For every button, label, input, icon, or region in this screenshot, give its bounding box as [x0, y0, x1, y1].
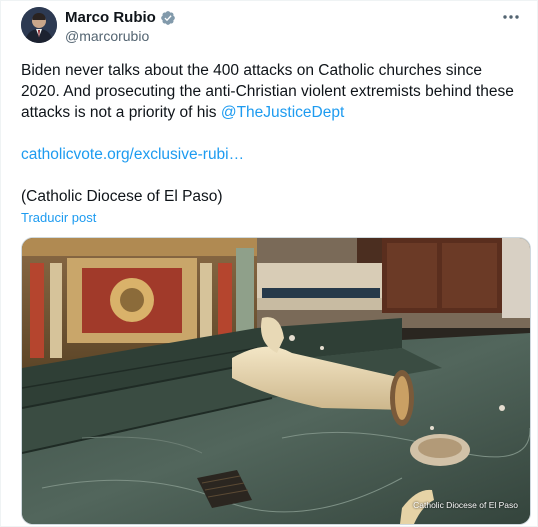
justice-dept-mention[interactable]: @TheJusticeDept: [221, 104, 344, 121]
tweet-photo[interactable]: Catholic Diocese of El Paso: [21, 237, 531, 525]
avatar[interactable]: [21, 7, 57, 43]
vandalized-church-photo: [22, 238, 530, 524]
author-display-name[interactable]: Marco Rubio: [65, 9, 156, 26]
article-link[interactable]: catholicvote.org/exclusive-rubi…: [21, 146, 244, 163]
verified-badge-icon: [160, 10, 176, 26]
tweet-card: Marco Rubio @marcorubio Biden never talk…: [0, 0, 538, 527]
photo-credit: Catholic Diocese of El Paso: [413, 500, 518, 510]
translate-post-link[interactable]: Traducir post: [21, 210, 96, 225]
tweet-text: Biden never talks about the 400 attacks …: [21, 60, 521, 207]
author-name-row[interactable]: Marco Rubio: [65, 9, 176, 26]
tweet-attribution: (Catholic Diocese of El Paso): [21, 188, 223, 205]
more-options-icon[interactable]: [499, 7, 523, 27]
author-handle[interactable]: @marcorubio: [65, 28, 149, 44]
